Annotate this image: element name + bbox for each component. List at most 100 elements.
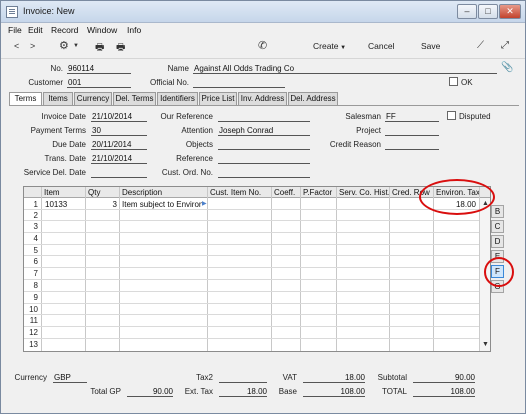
vat-label: VAT	[282, 373, 297, 382]
col-qty[interactable]: Qty	[86, 187, 118, 198]
tab-del-address[interactable]: Del. Address	[288, 92, 338, 105]
row1-description[interactable]: Item subject to Environ	[122, 199, 202, 210]
trans-date-field[interactable]: 21/10/2014	[91, 154, 147, 164]
ext-tax-label: Ext. Tax	[184, 387, 213, 396]
objects-label: Objects	[185, 140, 213, 149]
reference-field[interactable]	[218, 154, 310, 164]
toolbar: < > ⚙ ▼ 🖶 🖶 ✆ Create ▼ Cancel Save ⟋ ⤢	[1, 37, 525, 59]
gear-dropdown-icon[interactable]: ▼	[73, 43, 79, 49]
row-number: 11	[29, 316, 38, 325]
flip-button-c[interactable]: C	[491, 220, 504, 233]
subtotal-label: Subtotal	[377, 373, 407, 382]
menu-file[interactable]: File	[8, 25, 22, 35]
gear-icon[interactable]: ⚙	[59, 39, 69, 52]
previous-record-icon[interactable]: <	[14, 41, 19, 51]
ok-checkbox[interactable]	[449, 77, 458, 86]
tab-terms[interactable]: Terms	[9, 92, 42, 106]
objects-field[interactable]	[218, 140, 310, 150]
minimize-button[interactable]: –	[457, 4, 477, 19]
row-divider	[24, 255, 490, 256]
official-no-field[interactable]	[193, 78, 285, 88]
credit-reason-field[interactable]	[385, 140, 439, 150]
save-button[interactable]: Save	[421, 41, 440, 51]
scroll-down-icon[interactable]: ▼	[482, 341, 489, 348]
tab-identifiers[interactable]: Identifiers	[157, 92, 198, 105]
close-button[interactable]: ✕	[499, 4, 521, 19]
print-preview-icon[interactable]: 🖶	[116, 40, 125, 57]
project-field[interactable]	[385, 126, 439, 136]
paperclip-icon[interactable]: 📎	[501, 62, 513, 73]
row1-qty[interactable]: 3	[87, 199, 117, 210]
expand-icon[interactable]: ⤢	[501, 40, 509, 51]
base-field[interactable]: 108.00	[303, 387, 365, 397]
vat-field[interactable]: 18.00	[303, 373, 365, 383]
col-serv-co-hist[interactable]: Serv. Co. Hist.	[337, 187, 389, 198]
tax2-field[interactable]	[219, 373, 267, 383]
title-bar: Invoice: New – □ ✕	[1, 1, 525, 23]
maximize-button[interactable]: □	[478, 4, 498, 19]
menu-edit[interactable]: Edit	[28, 25, 43, 35]
no-field[interactable]: 960114	[67, 64, 131, 74]
row-number: 8	[33, 281, 38, 290]
total-label: TOTAL	[381, 387, 407, 396]
row1-more-icon[interactable]: ▶	[202, 199, 208, 210]
col-description[interactable]: Description	[120, 187, 206, 198]
total-field[interactable]: 108.00	[413, 387, 475, 397]
phone-icon[interactable]: ✆	[258, 39, 267, 52]
row-number: 7	[33, 269, 38, 278]
tab-currency[interactable]: Currency	[74, 92, 112, 105]
row-number: 4	[33, 234, 38, 243]
col-cust-item-no[interactable]: Cust. Item No.	[208, 187, 270, 198]
menu-window[interactable]: Window	[87, 25, 117, 35]
salesman-label: Salesman	[345, 112, 381, 121]
attention-label: Attention	[181, 126, 213, 135]
window-title: Invoice: New	[23, 6, 75, 16]
menu-info[interactable]: Info	[127, 25, 141, 35]
col-coeff[interactable]: Coeff.	[272, 187, 300, 198]
row-divider	[24, 326, 490, 327]
print-icon[interactable]: 🖶	[95, 40, 104, 57]
invoice-date-field[interactable]: 21/10/2014	[91, 112, 147, 122]
disputed-checkbox[interactable]	[447, 111, 456, 120]
flip-button-d[interactable]: D	[491, 235, 504, 248]
menu-record[interactable]: Record	[51, 25, 78, 35]
flip-button-b[interactable]: B	[491, 205, 504, 218]
cust-ord-no-label: Cust. Ord. No.	[161, 168, 213, 177]
cust-ord-no-field[interactable]	[218, 168, 310, 178]
cancel-button[interactable]: Cancel	[368, 41, 394, 51]
subtotal-field[interactable]: 90.00	[413, 373, 475, 383]
tab-del-terms[interactable]: Del. Terms	[113, 92, 156, 105]
disputed-label: Disputed	[459, 112, 491, 121]
col-item[interactable]: Item	[42, 187, 86, 198]
tax2-label: Tax2	[196, 373, 213, 382]
app-icon	[6, 6, 18, 18]
activity-icon[interactable]: ⟋	[477, 40, 484, 51]
currency-field[interactable]: GBP	[53, 373, 87, 383]
customer-field[interactable]: 001	[67, 78, 131, 88]
payment-terms-field[interactable]: 30	[91, 126, 147, 136]
service-del-date-field[interactable]	[91, 168, 147, 178]
salesman-field[interactable]: FF	[385, 112, 439, 122]
chevron-down-icon: ▼	[338, 45, 347, 51]
name-field[interactable]: Against All Odds Trading Co	[193, 64, 497, 74]
create-button[interactable]: Create ▼	[313, 41, 346, 51]
row-number: 12	[29, 328, 38, 337]
due-date-field[interactable]: 20/11/2014	[91, 140, 147, 150]
row-number: 13	[29, 340, 38, 349]
next-record-icon[interactable]: >	[30, 41, 35, 51]
base-label: Base	[278, 387, 297, 396]
our-reference-field[interactable]	[218, 112, 310, 122]
currency-label: Currency	[14, 373, 47, 382]
tab-price-list[interactable]: Price List	[199, 92, 237, 105]
col-p-factor[interactable]: P.Factor	[301, 187, 337, 198]
row-divider	[24, 338, 490, 339]
total-gp-label: Total GP	[90, 387, 121, 396]
total-gp-field[interactable]: 90.00	[127, 387, 173, 397]
tab-inv-address[interactable]: Inv. Address	[238, 92, 287, 105]
row1-item[interactable]: 10133	[45, 199, 85, 210]
row-divider	[24, 279, 490, 280]
tab-items[interactable]: Items	[43, 92, 73, 105]
annotation-circle-flip-f	[484, 257, 514, 287]
ext-tax-field[interactable]: 18.00	[219, 387, 267, 397]
attention-field[interactable]: Joseph Conrad	[218, 126, 310, 136]
